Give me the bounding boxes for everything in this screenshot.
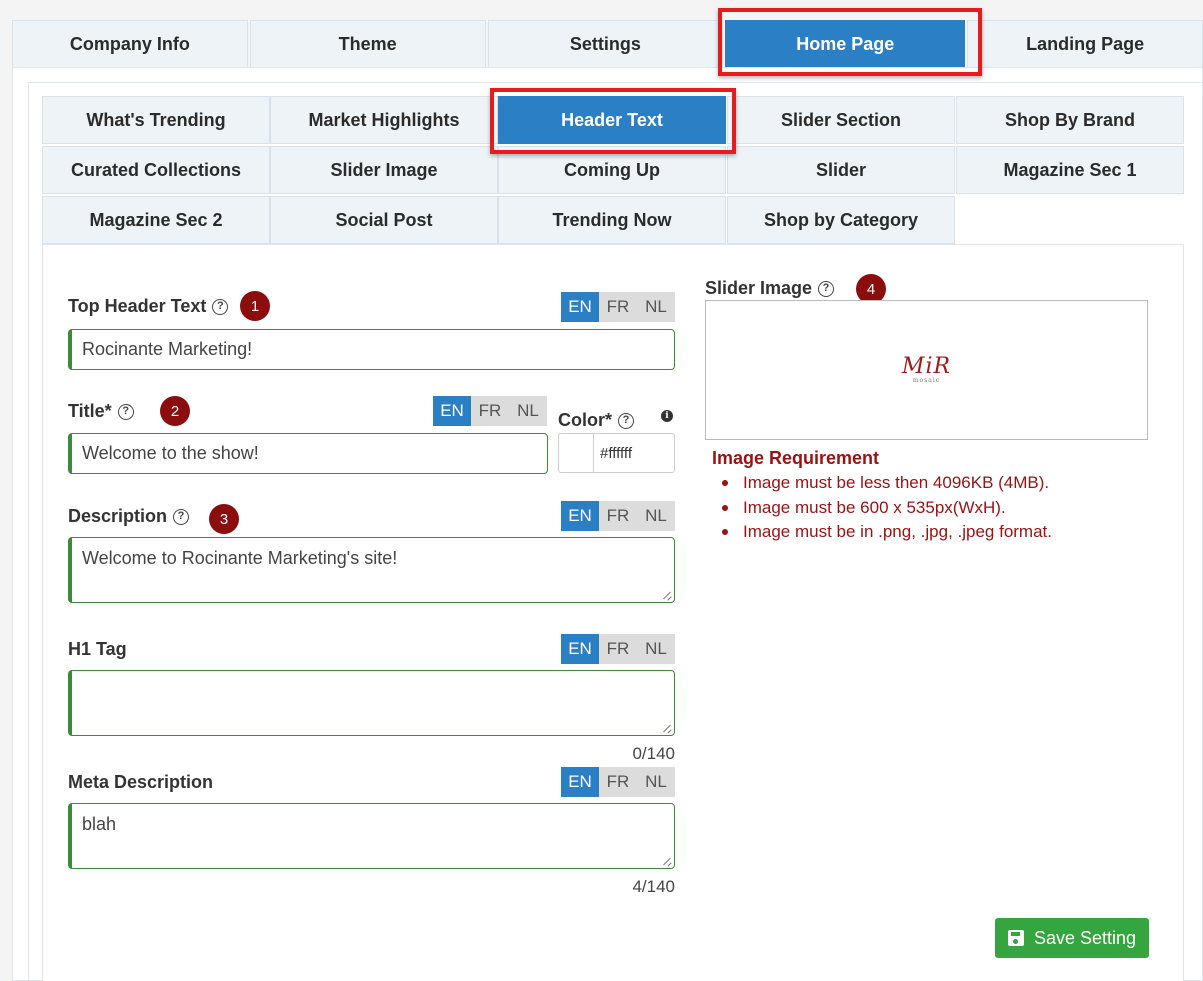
requirement-item: Image must be less then 4096KB (4MB). [722, 471, 1052, 496]
tab-magazine-sec-1[interactable]: Magazine Sec 1 [956, 146, 1184, 194]
description-label: Description? [68, 506, 190, 527]
lang-fr[interactable]: FR [599, 292, 637, 322]
lang-fr[interactable]: FR [471, 396, 509, 426]
color-swatch[interactable] [558, 433, 593, 473]
lang-fr[interactable]: FR [599, 767, 637, 797]
lang-switch-top-header: EN FR NL [561, 292, 675, 322]
tab-whats-trending[interactable]: What's Trending [42, 96, 270, 144]
info-icon[interactable]: i [661, 410, 673, 422]
tab-slider[interactable]: Slider [727, 146, 955, 194]
tab-social-post[interactable]: Social Post [270, 196, 498, 244]
save-setting-label: Save Setting [1033, 927, 1137, 948]
lang-en[interactable]: EN [561, 767, 599, 797]
tab-landing-page[interactable]: Landing Page [967, 20, 1203, 68]
h1-textarea[interactable] [68, 670, 675, 736]
step-badge-3: 3 [209, 504, 239, 534]
home-page-highlight [718, 8, 982, 76]
top-header-label-text: Top Header Text [68, 296, 207, 316]
lang-nl[interactable]: NL [509, 396, 547, 426]
requirement-item: Image must be 600 x 535px(WxH). [722, 496, 1052, 521]
color-label-text: Color* [558, 410, 612, 430]
tab-curated-collections[interactable]: Curated Collections [42, 146, 270, 194]
help-icon[interactable]: ? [117, 403, 134, 420]
tab-magazine-sec-2[interactable]: Magazine Sec 2 [42, 196, 270, 244]
h1-label-text: H1 Tag [68, 639, 127, 659]
lang-en[interactable]: EN [561, 634, 599, 664]
image-requirement-list: Image must be less then 4096KB (4MB). Im… [722, 471, 1052, 545]
step-badge-2: 2 [160, 396, 190, 426]
tab-trending-now[interactable]: Trending Now [498, 196, 726, 244]
slider-image-label: Slider Image? [705, 278, 835, 299]
step-badge-1: 1 [240, 291, 270, 321]
slider-image-upload[interactable]: MiR mosaic [705, 300, 1148, 440]
save-setting-button[interactable]: Save Setting [995, 918, 1149, 958]
top-header-input[interactable]: Rocinante Marketing! [68, 329, 675, 370]
meta-label: Meta Description [68, 772, 213, 793]
slider-image-label-text: Slider Image [705, 278, 813, 298]
image-requirement-title: Image Requirement [712, 448, 880, 468]
tab-settings[interactable]: Settings [487, 20, 724, 68]
tab-slider-image[interactable]: Slider Image [270, 146, 498, 194]
header-text-highlight [490, 88, 736, 154]
meta-char-counter: 4/140 [632, 877, 675, 896]
logo-text: MiR [901, 353, 952, 379]
lang-switch-meta: EN FR NL [561, 767, 675, 797]
lang-fr[interactable]: FR [599, 501, 637, 531]
top-header-label: Top Header Text? [68, 296, 229, 317]
brand-logo: MiR mosaic [901, 353, 952, 384]
meta-value: blah [82, 814, 117, 834]
lang-en[interactable]: EN [561, 292, 599, 322]
help-icon[interactable]: ? [618, 412, 634, 429]
help-icon[interactable]: ? [173, 508, 190, 525]
tab-shop-by-category[interactable]: Shop by Category [727, 196, 955, 244]
title-input[interactable]: Welcome to the show! [68, 433, 548, 474]
lang-fr[interactable]: FR [599, 634, 637, 664]
description-value: Welcome to Rocinante Marketing's site! [82, 548, 398, 568]
help-icon[interactable]: ? [212, 298, 229, 315]
h1-label: H1 Tag [68, 639, 127, 660]
lang-nl[interactable]: NL [637, 501, 675, 531]
tab-market-highlights[interactable]: Market Highlights [270, 96, 498, 144]
description-textarea[interactable]: Welcome to Rocinante Marketing's site! [68, 537, 675, 603]
save-icon [1007, 930, 1024, 946]
title-label: Title*? [68, 401, 134, 422]
tab-theme[interactable]: Theme [249, 20, 486, 68]
color-label: Color*? [558, 410, 634, 431]
lang-en[interactable]: EN [561, 501, 599, 531]
help-icon[interactable]: ? [818, 280, 835, 297]
resize-handle-icon[interactable] [662, 590, 672, 600]
description-label-text: Description [68, 506, 168, 526]
color-input[interactable]: #ffffff [593, 433, 675, 473]
resize-handle-icon[interactable] [662, 723, 672, 733]
lang-switch-h1: EN FR NL [561, 634, 675, 664]
tab-shop-by-brand[interactable]: Shop By Brand [956, 96, 1184, 144]
lang-nl[interactable]: NL [637, 634, 675, 664]
lang-en[interactable]: EN [433, 396, 471, 426]
meta-textarea[interactable]: blah [68, 803, 675, 869]
meta-label-text: Meta Description [68, 772, 214, 792]
lang-nl[interactable]: NL [637, 767, 675, 797]
lang-nl[interactable]: NL [637, 292, 675, 322]
h1-char-counter: 0/140 [632, 744, 675, 763]
tab-company-info[interactable]: Company Info [12, 20, 248, 68]
requirement-item: Image must be in .png, .jpg, .jpeg forma… [722, 520, 1052, 545]
resize-handle-icon[interactable] [662, 856, 672, 866]
lang-switch-description: EN FR NL [561, 501, 675, 531]
title-label-text: Title* [68, 401, 112, 421]
lang-switch-title: EN FR NL [433, 396, 547, 426]
outer-tab-bar: Company Info Theme Settings Home Page La… [12, 20, 1203, 68]
tab-slider-section[interactable]: Slider Section [727, 96, 955, 144]
